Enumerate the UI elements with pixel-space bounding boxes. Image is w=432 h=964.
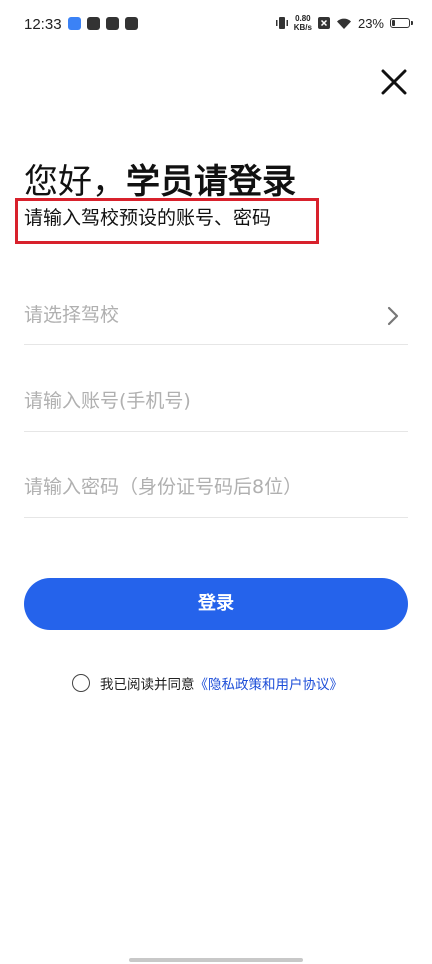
privacy-policy-link[interactable]: 《隐私政策和用户协议》 xyxy=(195,673,344,693)
battery-level-fill xyxy=(392,20,395,26)
status-indicators: 0.80 KB/s 23% xyxy=(275,14,413,32)
status-time: 12:33 xyxy=(24,16,62,33)
wifi-icon xyxy=(336,18,351,29)
close-button[interactable] xyxy=(378,66,410,98)
close-icon xyxy=(381,69,407,95)
login-button[interactable]: 登录 xyxy=(24,578,408,630)
password-field xyxy=(24,458,408,518)
vibrate-icon xyxy=(275,17,288,29)
network-speed-value: 0.80 xyxy=(295,14,311,23)
home-indicator[interactable] xyxy=(129,958,303,962)
password-input[interactable] xyxy=(24,470,384,504)
chevron-right-icon xyxy=(387,306,399,326)
no-sim-icon xyxy=(317,17,330,29)
subtitle: 请输入驾校预设的账号、密码 xyxy=(24,207,272,229)
school-select-placeholder: 请选择驾校 xyxy=(24,304,120,326)
network-speed-unit: KB/s xyxy=(293,23,312,32)
message-notification-icon xyxy=(87,17,100,30)
agreement-text: 我已阅读并同意 xyxy=(100,677,195,693)
app-notification-icon xyxy=(68,17,81,30)
battery-icon xyxy=(390,18,413,28)
greeting-strong: 学员请登录 xyxy=(126,162,296,202)
account-field xyxy=(24,372,408,432)
school-select[interactable]: 请选择驾校 xyxy=(24,285,408,345)
account-input[interactable] xyxy=(24,384,384,418)
network-speed: 0.80 KB/s xyxy=(294,14,312,32)
chat-notification-icon xyxy=(125,17,138,30)
status-bar: 12:33 0.80 KB/s 23% xyxy=(0,0,432,52)
battery-percent: 23% xyxy=(357,15,384,31)
sync-notification-icon xyxy=(106,17,119,30)
agreement-row: 我已阅读并同意 《隐私政策和用户协议》 xyxy=(72,671,343,695)
notification-icons xyxy=(68,17,138,30)
greeting-prefix: 您好， xyxy=(24,162,126,202)
agreement-checkbox[interactable] xyxy=(72,674,90,692)
